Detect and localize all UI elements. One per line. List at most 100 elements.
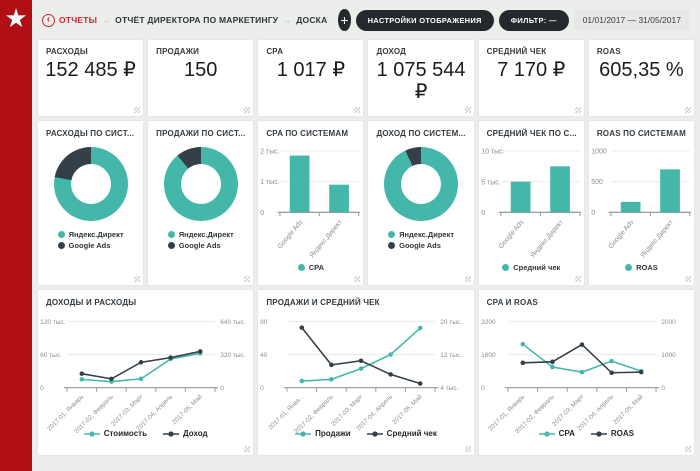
kpi-card[interactable]: ROAS 605,35 % bbox=[589, 40, 694, 116]
kpi-card[interactable]: ДОХОД 1 075 544 ₽ bbox=[368, 40, 473, 116]
svg-text:2000: 2000 bbox=[661, 319, 676, 326]
donut-chart bbox=[54, 147, 128, 221]
add-widget-button[interactable]: + bbox=[338, 9, 350, 31]
legend-line-marker-icon bbox=[163, 430, 179, 438]
topbar: ‹ ОТЧЕТЫ → ОТЧЁТ ДИРЕКТОРА ПО МАРКЕТИНГУ… bbox=[38, 0, 694, 40]
back-to-reports-link[interactable]: ‹ ОТЧЕТЫ bbox=[42, 14, 97, 27]
line-chart-card[interactable]: CPA И ROAS 0016001000320020002017-01, Ян… bbox=[479, 290, 694, 455]
kpi-card[interactable]: РАСХОДЫ 152 485 ₽ bbox=[38, 40, 143, 116]
legend-label: ROAS bbox=[636, 263, 658, 272]
bar-chart-card[interactable]: ROAS ПО СИСТЕМАМ 05001000Google AdsЯндек… bbox=[589, 121, 694, 285]
svg-text:Яндекс.Директ: Яндекс.Директ bbox=[639, 219, 674, 259]
legend-label: ROAS bbox=[611, 429, 634, 438]
svg-text:40: 40 bbox=[260, 352, 268, 359]
legend-dot-icon bbox=[58, 231, 65, 238]
resize-handle[interactable] bbox=[465, 276, 471, 282]
chart-title: ДОХОД ПО СИСТЕМ... bbox=[368, 121, 473, 138]
chart-title: СРЕДНИЙ ЧЕК ПО С... bbox=[479, 121, 584, 138]
legend-item: Яндекс.Директ bbox=[168, 230, 234, 239]
breadcrumb-board[interactable]: ДОСКА bbox=[296, 15, 327, 25]
kpi-value: 7 170 ₽ bbox=[479, 59, 584, 81]
svg-text:3200: 3200 bbox=[481, 319, 496, 326]
kpi-card[interactable]: ПРОДАЖИ 150 bbox=[148, 40, 253, 116]
resize-handle[interactable] bbox=[354, 276, 360, 282]
legend-line-marker-icon bbox=[295, 430, 311, 438]
bar-chart-card[interactable]: CPA ПО СИСТЕМАМ 01 тыс.2 тыс.Google AdsЯ… bbox=[258, 121, 363, 285]
legend-item: Яндекс.Директ bbox=[388, 230, 454, 239]
resize-handle[interactable] bbox=[134, 276, 140, 282]
resize-handle[interactable] bbox=[575, 107, 581, 113]
legend-item: Google Ads bbox=[388, 241, 454, 250]
legend-label: Средний чек bbox=[387, 429, 437, 438]
svg-text:1600: 1600 bbox=[481, 352, 496, 359]
breadcrumb-report-title[interactable]: ОТЧЁТ ДИРЕКТОРА ПО МАРКЕТИНГУ bbox=[115, 15, 278, 25]
svg-text:0: 0 bbox=[220, 385, 224, 392]
legend-line-marker-icon bbox=[367, 430, 383, 438]
svg-text:Google Ads: Google Ads bbox=[277, 218, 305, 250]
resize-handle[interactable] bbox=[465, 446, 471, 452]
resize-handle[interactable] bbox=[244, 107, 250, 113]
legend-dot-icon bbox=[625, 264, 632, 271]
resize-handle[interactable] bbox=[465, 107, 471, 113]
marketing-dashboard: ★ ‹ ОТЧЕТЫ → ОТЧЁТ ДИРЕКТОРА ПО МАРКЕТИН… bbox=[0, 0, 700, 471]
chart-legend: Яндекс.Директ Google Ads bbox=[388, 230, 454, 250]
legend-dot-icon bbox=[388, 242, 395, 249]
resize-handle[interactable] bbox=[244, 276, 250, 282]
svg-text:0: 0 bbox=[261, 210, 265, 217]
svg-text:1000: 1000 bbox=[661, 352, 676, 359]
bar-chart: 05 тыс.10 тыс.Google AdsЯндекс.Директ bbox=[479, 140, 584, 265]
legend-dot-icon bbox=[298, 264, 305, 271]
svg-text:0: 0 bbox=[661, 385, 665, 392]
date-range-picker[interactable]: 01/01/2017 — 31/05/2017 bbox=[574, 10, 690, 30]
line-chart-card[interactable]: ДОХОДЫ И РАСХОДЫ 0060 тыс.320 тыс.120 ты… bbox=[38, 290, 253, 455]
resize-handle[interactable] bbox=[244, 446, 250, 452]
kpi-card[interactable]: CPA 1 017 ₽ bbox=[258, 40, 363, 116]
legend-item: Яндекс.Директ bbox=[58, 230, 124, 239]
svg-text:80: 80 bbox=[260, 319, 268, 326]
line-chart: 04 тыс.4012 тыс.8020 тыс.2017-01, Янва..… bbox=[258, 309, 473, 433]
legend-dot-icon bbox=[168, 242, 175, 249]
resize-handle[interactable] bbox=[134, 107, 140, 113]
legend-label: Доход bbox=[183, 429, 208, 438]
bar-chart-card[interactable]: СРЕДНИЙ ЧЕК ПО С... 05 тыс.10 тыс.Google… bbox=[479, 121, 584, 285]
kpi-label: РАСХОДЫ bbox=[38, 40, 143, 56]
svg-text:120 тыс.: 120 тыс. bbox=[40, 319, 66, 326]
svg-text:1000: 1000 bbox=[591, 149, 607, 156]
svg-text:20 тыс.: 20 тыс. bbox=[441, 319, 463, 326]
legend-label: Стоимость bbox=[104, 429, 147, 438]
resize-handle[interactable] bbox=[575, 276, 581, 282]
donut-chart-card[interactable]: ПРОДАЖИ ПО СИСТ... Яндекс.ДиректGoogle A… bbox=[148, 121, 253, 285]
filter-button[interactable]: ФИЛЬТР: — bbox=[499, 10, 569, 31]
sidebar: ★ bbox=[0, 0, 32, 471]
trend-charts-row: ДОХОДЫ И РАСХОДЫ 0060 тыс.320 тыс.120 ты… bbox=[38, 290, 694, 455]
bar-chart: 01 тыс.2 тыс.Google AdsЯндекс.Директ bbox=[258, 140, 363, 265]
donut-chart-card[interactable]: РАСХОДЫ ПО СИСТ... Яндекс.ДиректGoogle A… bbox=[38, 121, 143, 285]
legend-label: Google Ads bbox=[399, 241, 441, 250]
kpi-value: 152 485 ₽ bbox=[38, 59, 143, 81]
svg-text:12 тыс.: 12 тыс. bbox=[441, 352, 463, 359]
resize-handle[interactable] bbox=[354, 107, 360, 113]
legend-line-marker-icon bbox=[84, 430, 100, 438]
donut-chart-card[interactable]: ДОХОД ПО СИСТЕМ... Яндекс.Директ Google A… bbox=[368, 121, 473, 285]
legend-item: Средний чек bbox=[367, 429, 437, 438]
kpi-card[interactable]: СРЕДНИЙ ЧЕК 7 170 ₽ bbox=[479, 40, 584, 116]
svg-text:500: 500 bbox=[591, 179, 603, 186]
donut-chart bbox=[384, 147, 458, 221]
svg-text:Яндекс.Директ: Яндекс.Директ bbox=[529, 219, 564, 259]
line-chart-card[interactable]: ПРОДАЖИ И СРЕДНИЙ ЧЕК 04 тыс.4012 тыс.80… bbox=[258, 290, 473, 455]
legend-dot-icon bbox=[58, 242, 65, 249]
resize-handle[interactable] bbox=[685, 446, 691, 452]
chart-legend: ПродажиСредний чек bbox=[258, 429, 473, 438]
resize-handle[interactable] bbox=[685, 107, 691, 113]
legend-label: Яндекс.Директ bbox=[399, 230, 454, 239]
app-logo-star-icon[interactable]: ★ bbox=[0, 0, 32, 36]
resize-handle[interactable] bbox=[685, 276, 691, 282]
legend-item: ROAS bbox=[591, 429, 634, 438]
display-settings-button[interactable]: НАСТРОЙКИ ОТОБРАЖЕНИЯ bbox=[356, 10, 494, 31]
legend-dot-icon bbox=[168, 231, 175, 238]
svg-text:60 тыс.: 60 тыс. bbox=[40, 352, 62, 359]
main-content: ‹ ОТЧЕТЫ → ОТЧЁТ ДИРЕКТОРА ПО МАРКЕТИНГУ… bbox=[32, 0, 700, 471]
svg-text:2017-05, Май: 2017-05, Май bbox=[611, 392, 645, 426]
chart-legend: CPA ROAS bbox=[479, 429, 694, 438]
legend-label: CPA bbox=[559, 429, 575, 438]
